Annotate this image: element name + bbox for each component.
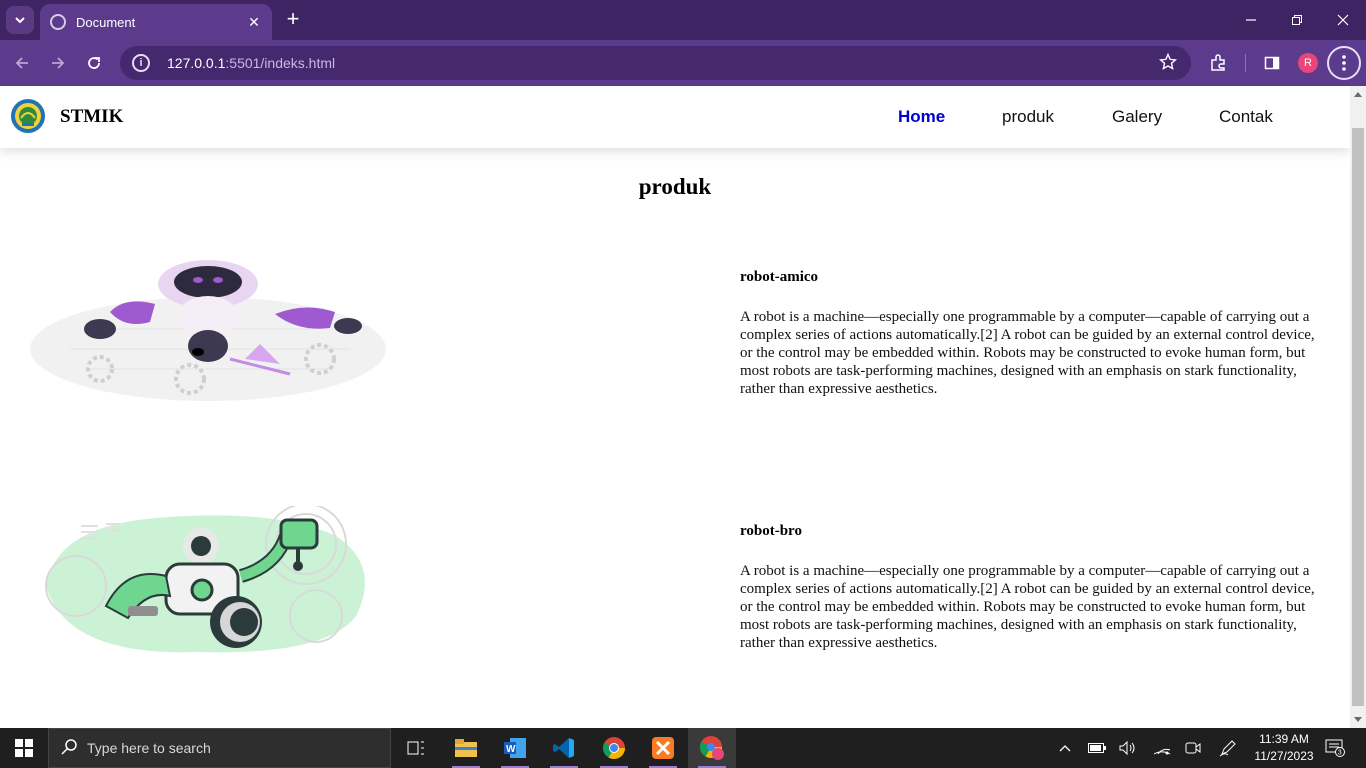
meet-icon[interactable] [1182,728,1204,768]
file-explorer-icon[interactable] [442,728,490,768]
sidepanel-icon[interactable] [1258,49,1286,77]
tab-title: Document [76,14,136,30]
extensions-icon[interactable] [1204,49,1232,77]
robot-amico-image [30,260,386,401]
system-clock[interactable]: 11:39 AM 11/27/2023 [1246,731,1322,765]
clock-date: 11/27/2023 [1254,749,1314,763]
scrollbar-thumb[interactable] [1352,128,1364,706]
address-bar[interactable]: i 127.0.0.1:5501/indeks.html [120,46,1191,80]
notification-icon[interactable]: 3 [1322,728,1348,768]
toolbar-separator [1245,54,1246,72]
forward-icon[interactable] [44,49,72,77]
nav-link-home[interactable]: Home [898,86,945,148]
plus-icon[interactable]: + [282,8,304,30]
vscode-icon[interactable] [540,728,588,768]
nav-link-galery[interactable]: Galery [1112,86,1162,148]
product-title: robot-amico [740,269,819,285]
product-description: A robot is a machine—especially one prog… [740,309,1315,397]
chrome-profile-icon[interactable] [688,728,736,768]
robot-bro-image [45,506,365,653]
logo[interactable] [10,98,46,134]
nav-link-produk[interactable]: produk [1002,86,1054,148]
svg-text:3: 3 [1338,750,1342,757]
page-viewport: STMIK Home produk Galery Contak produk r… [0,86,1350,728]
windows-taskbar: Type here to search W 11:39 AM 11/27/202… [0,728,1366,768]
scroll-down-arrow[interactable] [1354,717,1362,722]
browser-tab-bar: Document ✕ + [0,0,1366,40]
minimize-icon[interactable] [1228,0,1274,40]
battery-icon[interactable] [1086,728,1108,768]
nav-link-contak[interactable]: Contak [1219,86,1273,148]
svg-text:W: W [506,744,516,755]
close-icon[interactable]: ✕ [246,14,262,30]
browser-tab[interactable]: Document ✕ [40,4,272,40]
globe-icon [50,14,66,30]
xampp-icon[interactable] [639,728,687,768]
brand-name: STMIK [60,106,124,127]
pen-icon[interactable] [1216,728,1240,768]
product-description: A robot is a machine—especially one prog… [740,563,1315,651]
chrome-icon[interactable] [590,728,638,768]
section-heading: produk [638,174,712,199]
taskbar-search[interactable]: Type here to search [48,728,391,768]
search-placeholder: Type here to search [87,740,211,756]
scroll-up-arrow[interactable] [1354,92,1362,97]
taskview-icon[interactable] [392,728,440,768]
page-scrollbar[interactable] [1350,86,1366,728]
restore-icon[interactable] [1274,0,1320,40]
back-icon[interactable] [8,49,36,77]
wifi-icon[interactable] [1150,728,1174,768]
profile-avatar[interactable]: R [1298,53,1318,73]
tab-search-button[interactable] [6,6,34,34]
product-title: robot-bro [740,523,802,539]
chevron-up-icon[interactable] [1054,728,1076,768]
star-icon[interactable] [1158,52,1178,76]
site-header: STMIK Home produk Galery Contak [0,86,1350,148]
close-window-icon[interactable] [1320,0,1366,40]
kebab-menu-icon[interactable] [1327,46,1361,80]
clock-time: 11:39 AM [1259,732,1309,746]
browser-toolbar: i 127.0.0.1:5501/indeks.html R [0,40,1366,86]
url-text: 127.0.0.1:5501/indeks.html [167,55,336,71]
tab-search-icon [15,17,25,24]
word-icon[interactable]: W [491,728,539,768]
reload-icon[interactable] [80,49,108,77]
volume-icon[interactable] [1117,728,1139,768]
windows-icon[interactable] [0,728,48,768]
info-icon[interactable]: i [132,54,150,72]
search-icon [61,738,77,758]
